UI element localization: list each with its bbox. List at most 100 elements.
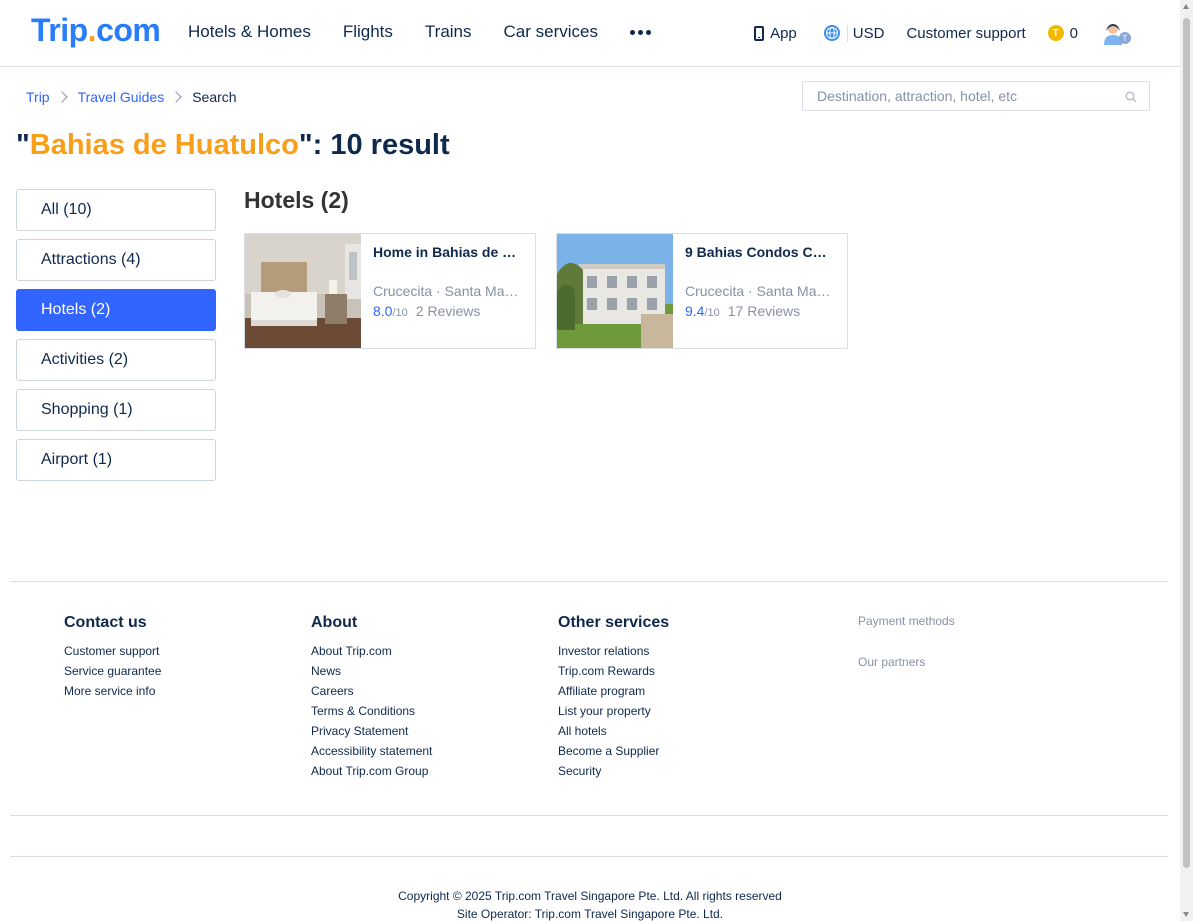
- footer-about-title: About: [311, 614, 358, 631]
- footer-contact: Contact us Customer support Service guar…: [64, 614, 161, 701]
- chevron-right-icon: [170, 91, 182, 103]
- avatar-icon: T: [1104, 24, 1131, 45]
- copyright-text: Copyright © 2025 Trip.com Travel Singapo…: [398, 889, 782, 903]
- footer-payment-methods[interactable]: Payment methods: [858, 614, 955, 628]
- footer-link-service-guarantee[interactable]: Service guarantee: [64, 661, 161, 681]
- coin-icon: T: [1047, 25, 1064, 41]
- currency-label: USD: [846, 24, 884, 42]
- footer-other-title: Other services: [558, 614, 670, 631]
- page-title: "Bahias de Huatulco": 10 result: [16, 129, 450, 162]
- hotel-name[interactable]: 9 Bahias Condos Condominio: [685, 244, 835, 262]
- search-box: [802, 81, 1150, 111]
- hotel-info: Home in Bahias de Huatulco Crucecita · S…: [361, 234, 535, 348]
- score-denominator: /10: [392, 307, 408, 319]
- footer-link-accessibility[interactable]: Accessibility statement: [311, 741, 432, 761]
- footer-link-about-trip[interactable]: About Trip.com: [311, 641, 432, 661]
- nav-trains[interactable]: Trains: [425, 22, 472, 42]
- footer-link-all-hotels[interactable]: All hotels: [558, 721, 669, 741]
- footer-divider: [10, 581, 1168, 582]
- footer-link-privacy[interactable]: Privacy Statement: [311, 721, 432, 741]
- hotel-score: 9.4: [685, 303, 705, 319]
- vertical-scrollbar[interactable]: [1180, 0, 1193, 921]
- hotel-location: Crucecita · Santa Maria Huatulco: [685, 283, 835, 299]
- score-denominator: /10: [704, 307, 720, 319]
- result-count: ": 10 result: [298, 129, 450, 161]
- customer-support-label: Customer support: [906, 24, 1026, 42]
- footer-link-customer-support[interactable]: Customer support: [64, 641, 161, 661]
- logo-text-tail: com: [96, 12, 161, 48]
- breadcrumb-trip[interactable]: Trip: [26, 89, 50, 105]
- logo-text-main: Trip: [31, 12, 88, 48]
- hotel-score: 8.0: [373, 303, 393, 319]
- hotel-photo[interactable]: [557, 234, 673, 348]
- header-right: App USD Customer support T 0 T: [754, 21, 1180, 45]
- currency-button[interactable]: USD: [823, 24, 884, 42]
- search-keyword: Bahias de Huatulco: [29, 129, 299, 161]
- nav-flights[interactable]: Flights: [343, 22, 393, 42]
- globe-icon: [823, 25, 840, 41]
- hotel-rating: 9.4/10 17 Reviews: [685, 303, 835, 319]
- breadcrumb: Trip Travel Guides Search: [26, 89, 237, 105]
- footer-link-trip-group[interactable]: About Trip.com Group: [311, 761, 432, 781]
- hotel-info: 9 Bahias Condos Condominio Crucecita · S…: [673, 234, 847, 348]
- footer-other-services: Other services Investor relations Trip.c…: [558, 614, 669, 781]
- more-dots-icon[interactable]: [629, 22, 651, 42]
- trip-logo[interactable]: Trip. com: [31, 12, 161, 52]
- footer-link-more-service-info[interactable]: More service info: [64, 681, 161, 701]
- condo-building-photo: [557, 234, 673, 348]
- title-quote: ": [16, 129, 30, 161]
- app-button[interactable]: App: [754, 25, 797, 42]
- filter-shopping[interactable]: Shopping (1): [16, 389, 216, 431]
- footer-link-news[interactable]: News: [311, 661, 432, 681]
- phone-icon: [754, 25, 765, 41]
- account-avatar[interactable]: T: [1102, 21, 1132, 45]
- scroll-down-icon[interactable]: [1183, 912, 1189, 917]
- hotels-section-title: Hotels (2): [244, 187, 349, 213]
- footer-link-careers[interactable]: Careers: [311, 681, 432, 701]
- breadcrumb-current: Search: [192, 89, 237, 105]
- footer-about: About About Trip.com News Careers Terms …: [311, 614, 432, 781]
- footer-contact-title: Contact us: [64, 614, 147, 631]
- filter-attractions[interactable]: Attractions (4): [16, 239, 216, 281]
- logo-dot: .: [87, 12, 97, 48]
- footer-link-supplier[interactable]: Become a Supplier: [558, 741, 669, 761]
- hotel-name[interactable]: Home in Bahias de Huatulco: [373, 244, 523, 262]
- site-operator-text: Site Operator: Trip.com Travel Singapore…: [456, 907, 724, 921]
- coin-count: 0: [1069, 24, 1078, 42]
- hotel-location: Crucecita · Santa Maria Huatulco: [373, 283, 523, 299]
- footer-link-security[interactable]: Security: [558, 761, 669, 781]
- svg-text:T: T: [1123, 34, 1128, 43]
- footer-link-affiliate[interactable]: Affiliate program: [558, 681, 669, 701]
- breadcrumb-travel-guides[interactable]: Travel Guides: [78, 89, 165, 105]
- search-input[interactable]: [815, 87, 1119, 105]
- hotel-card[interactable]: 9 Bahias Condos Condominio Crucecita · S…: [556, 233, 848, 349]
- nav-car-services[interactable]: Car services: [504, 22, 598, 42]
- filter-airport[interactable]: Airport (1): [16, 439, 216, 481]
- review-count: 2 Reviews: [415, 303, 481, 319]
- main-nav: Hotels & Homes Flights Trains Car servic…: [188, 22, 651, 42]
- hotel-card[interactable]: Home in Bahias de Huatulco Crucecita · S…: [244, 233, 536, 349]
- footer-our-partners[interactable]: Our partners: [858, 655, 925, 669]
- app-label: App: [770, 24, 797, 42]
- trip-coins[interactable]: T 0: [1047, 24, 1078, 42]
- review-count: 17 Reviews: [727, 303, 801, 319]
- chevron-right-icon: [55, 91, 68, 103]
- search-icon[interactable]: [1125, 91, 1137, 103]
- bedroom-photo: [245, 234, 361, 348]
- footer-divider: [10, 856, 1168, 857]
- footer-link-investor-relations[interactable]: Investor relations: [558, 641, 669, 661]
- filter-activities[interactable]: Activities (2): [16, 339, 216, 381]
- hotel-photo[interactable]: [245, 234, 361, 348]
- footer-divider: [10, 815, 1168, 816]
- scroll-up-icon[interactable]: [1183, 4, 1189, 9]
- footer-link-terms[interactable]: Terms & Conditions: [311, 701, 432, 721]
- scrollbar-thumb[interactable]: [1183, 18, 1190, 868]
- hotel-rating: 8.0/10 2 Reviews: [373, 303, 523, 319]
- category-filters: All (10) Attractions (4) Hotels (2) Acti…: [16, 189, 216, 489]
- filter-hotels[interactable]: Hotels (2): [16, 289, 216, 331]
- footer-link-list-property[interactable]: List your property: [558, 701, 669, 721]
- nav-hotels-homes[interactable]: Hotels & Homes: [188, 22, 311, 42]
- footer-link-rewards[interactable]: Trip.com Rewards: [558, 661, 669, 681]
- filter-all[interactable]: All (10): [16, 189, 216, 231]
- customer-support-link[interactable]: Customer support: [906, 25, 1025, 42]
